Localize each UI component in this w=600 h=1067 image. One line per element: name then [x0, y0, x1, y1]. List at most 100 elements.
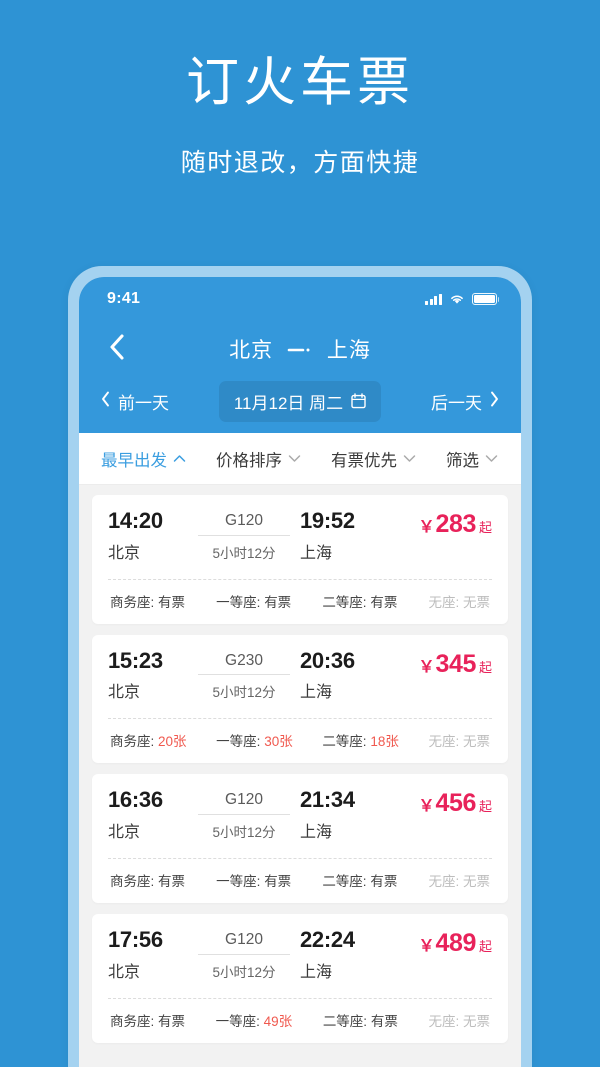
seat-class-1: 一等座: 有票 — [216, 591, 291, 611]
arrival-time: 22:24 — [300, 926, 355, 952]
phone-screen: 9:41 北京 上海 前一天 11月12日 周二 后一天 最早出发 价格排序 有… — [79, 277, 521, 1067]
filter-bar: 最早出发 价格排序 有票优先 筛选 — [79, 433, 521, 485]
seat-class-label: 一等座: — [216, 873, 261, 889]
arrival-station: 上海 — [300, 544, 333, 562]
currency-symbol: ￥ — [418, 519, 435, 536]
seat-class-value: 49张 — [263, 1013, 293, 1029]
seat-class-label: 无座: — [428, 734, 460, 750]
seat-class-value: 有票 — [158, 594, 186, 610]
ticket-price: ￥345 起 — [418, 650, 492, 678]
status-bar-icons — [424, 293, 500, 305]
seat-class-label: 一等座: — [216, 734, 261, 750]
seat-class-3: 无座: 无票 — [428, 591, 490, 611]
price-block: ￥456 起 — [380, 788, 492, 818]
arrival-time: 21:34 — [300, 787, 355, 813]
next-day-button[interactable]: 后一天 — [431, 389, 499, 414]
trip-duration: 5小时12分 — [212, 545, 276, 561]
seat-class-value: 有票 — [370, 594, 398, 610]
selected-date-label: 11月12日 周二 — [233, 393, 344, 413]
departure-station: 北京 — [108, 963, 141, 981]
filter-item-1[interactable]: 价格排序 — [216, 447, 301, 471]
price-suffix: 起 — [478, 938, 492, 954]
train-number: G120 — [198, 931, 290, 955]
filter-label: 筛选 — [446, 451, 479, 470]
seat-class-1: 一等座: 30张 — [216, 730, 293, 750]
seat-class-2: 二等座: 有票 — [322, 870, 397, 890]
currency-symbol: ￥ — [418, 658, 435, 676]
train-number: G120 — [198, 512, 290, 536]
train-list: 14:20 北京 G120 5小时12分 19:52 上海 ￥283 起商务座: 有票 一等座:… — [79, 485, 521, 1043]
arrival-block: 20:36 上海 — [300, 647, 380, 703]
date-picker-button[interactable]: 11月12日 周二 — [218, 380, 382, 422]
departure-block: 15:23 北京 — [108, 648, 188, 703]
seat-class-label: 一等座: — [215, 1013, 260, 1029]
filter-item-2[interactable]: 有票优先 — [331, 447, 416, 471]
trip-duration: 5小时12分 — [212, 825, 276, 841]
seat-class-1: 一等座: 49张 — [216, 1010, 293, 1030]
seat-class-label: 一等座: — [216, 594, 261, 610]
ticket-price: ￥489 起 — [418, 929, 492, 957]
price-suffix: 起 — [478, 799, 492, 815]
seat-class-2: 二等座: 有票 — [323, 1010, 398, 1030]
seat-class-value: 有票 — [370, 873, 398, 889]
seat-class-1: 一等座: 有票 — [216, 870, 291, 890]
chevron-right-icon — [490, 391, 499, 412]
price-block: ￥345 起 — [380, 649, 492, 679]
page-subtitle: 随时退改，方面快捷 — [180, 148, 420, 177]
departure-time: 17:56 — [108, 926, 163, 952]
ticket-price: ￥456 起 — [418, 790, 492, 818]
price-block: ￥283 起 — [380, 509, 492, 539]
battery-icon — [472, 293, 500, 305]
train-card[interactable]: 16:36 北京 G120 5小时12分 21:34 上海 ￥456 起商务座: 有票 一等座:… — [92, 774, 508, 903]
departure-station: 北京 — [108, 823, 141, 841]
seat-class-label: 二等座: — [322, 1013, 368, 1029]
chevron-left-icon — [108, 333, 125, 366]
filter-item-0[interactable]: 最早出发 — [101, 447, 186, 471]
prev-day-button[interactable]: 前一天 — [101, 389, 169, 414]
train-info-block: G120 5小时12分 — [188, 928, 300, 981]
seat-class-label: 商务座: — [110, 734, 155, 750]
back-button[interactable] — [99, 332, 133, 366]
seat-class-label: 商务座: — [110, 1013, 155, 1029]
seat-class-label: 无座: — [428, 873, 460, 889]
seat-class-0: 商务座: 有票 — [110, 870, 185, 890]
train-card[interactable]: 14:20 北京 G120 5小时12分 19:52 上海 ￥283 起商务座: 有票 一等座:… — [92, 495, 508, 624]
status-bar: 9:41 — [79, 277, 521, 321]
seat-class-value: 有票 — [264, 594, 292, 610]
arrival-station: 上海 — [300, 684, 333, 702]
seat-class-value: 有票 — [264, 873, 292, 889]
filter-label: 有票优先 — [331, 451, 397, 470]
arrival-time: 20:36 — [300, 647, 355, 673]
train-card[interactable]: 15:23 北京 G230 5小时12分 20:36 上海 ￥345 起商务座: 20张 一等座… — [92, 634, 508, 764]
signal-bars-icon — [424, 293, 442, 305]
origin-city: 北京 — [229, 339, 274, 362]
currency-symbol: ￥ — [418, 798, 435, 816]
seat-class-3: 无座: 无票 — [428, 870, 490, 890]
seat-class-value: 无票 — [463, 594, 490, 610]
train-card-top: 16:36 北京 G120 5小时12分 21:34 上海 ￥456 起 — [108, 788, 492, 842]
prev-day-label: 前一天 — [118, 393, 169, 413]
price-suffix: 起 — [478, 520, 492, 535]
arrival-block: 21:34 上海 — [300, 788, 380, 842]
departure-station: 北京 — [108, 684, 141, 702]
seat-class-2: 二等座: 18张 — [322, 730, 399, 750]
seat-class-label: 商务座: — [110, 873, 155, 889]
price-block: ￥489 起 — [380, 928, 492, 958]
departure-time: 14:20 — [108, 508, 163, 533]
seat-class-value: 无票 — [462, 1013, 490, 1029]
train-number: G120 — [198, 791, 290, 816]
chevron-down-icon — [485, 449, 498, 468]
seat-class-label: 无座: — [428, 1013, 460, 1029]
seat-class-3: 无座: 无票 — [428, 1010, 490, 1030]
seat-class-value: 20张 — [158, 734, 187, 750]
departure-block: 14:20 北京 — [108, 508, 188, 563]
calendar-icon — [351, 393, 366, 409]
seat-class-value: 有票 — [158, 1013, 186, 1029]
seat-availability-row: 商务座: 20张 一等座: 30张 二等座: 18张 无座: 无票 — [108, 719, 492, 763]
arrival-block: 19:52 上海 — [300, 508, 380, 563]
filter-label: 价格排序 — [216, 451, 282, 470]
train-card[interactable]: 17:56 北京 G120 5小时12分 22:24 上海 ￥489 起商务座: 有票 一等座:… — [92, 913, 508, 1043]
filter-item-3[interactable]: 筛选 — [446, 447, 498, 471]
price-amount: 283 — [435, 510, 476, 538]
seat-class-value: 有票 — [158, 873, 186, 889]
